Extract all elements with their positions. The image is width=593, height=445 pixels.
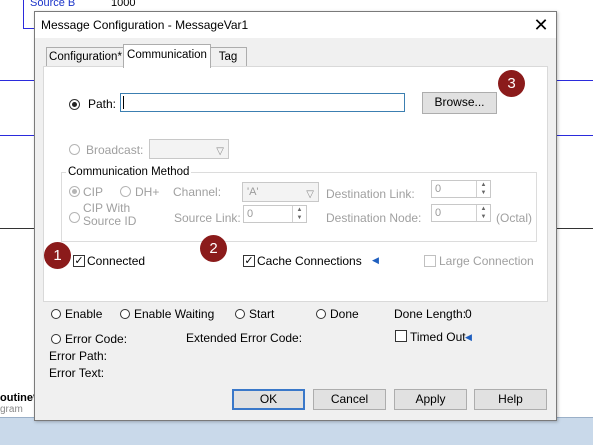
cip-radio[interactable]: [69, 186, 80, 197]
octal-label: (Octal): [496, 211, 532, 225]
browse-button[interactable]: Browse...: [422, 92, 497, 114]
background-rung-line: [555, 228, 593, 229]
timed-out-label: Timed Out: [410, 330, 466, 344]
tab-tag[interactable]: Tag: [209, 47, 247, 67]
background-rung-line: [555, 135, 593, 136]
path-radio[interactable]: [69, 99, 80, 110]
done-indicator: [316, 309, 326, 319]
error-text-label: Error Text:: [49, 366, 105, 380]
annotation-badge-1: 1: [44, 242, 71, 269]
annotation-badge-3: 3: [498, 70, 525, 97]
source-link-stepper[interactable]: 0 ▲ ▼: [243, 205, 307, 223]
spinner-arrows-icon[interactable]: ▲ ▼: [476, 181, 490, 197]
error-path-label: Error Path:: [49, 349, 108, 363]
background-cell-value: 1000: [111, 0, 136, 9]
apply-button[interactable]: Apply: [394, 389, 467, 410]
dialog-title: Message Configuration - MessageVar1: [41, 18, 249, 32]
background-rung-line: [555, 80, 593, 81]
destination-node-label: Destination Node:: [326, 211, 422, 225]
dhplus-radio[interactable]: [120, 186, 131, 197]
extended-error-code-label: Extended Error Code:: [186, 331, 303, 345]
dialog-titlebar[interactable]: Message Configuration - MessageVar1 ✕: [35, 12, 556, 38]
connected-checkbox[interactable]: ✓: [73, 255, 85, 267]
tab-communication[interactable]: Communication: [123, 44, 211, 68]
background-status-strip: [0, 417, 593, 445]
done-length-label: Done Length:: [394, 307, 467, 321]
background-cell-source: Source B: [30, 0, 76, 9]
communication-method-title: Communication Method: [66, 166, 192, 178]
channel-label: Channel:: [173, 185, 222, 199]
large-connection-label: Large Connection: [439, 254, 534, 268]
broadcast-select[interactable]: ▽: [149, 139, 229, 159]
spinner-arrows-icon[interactable]: ▲ ▼: [292, 206, 306, 222]
timed-out-checkbox[interactable]: [395, 330, 407, 342]
destination-node-stepper[interactable]: 0 ▲ ▼: [431, 204, 491, 222]
done-length-value: 0: [465, 307, 472, 321]
error-code-label: Error Code:: [65, 332, 128, 346]
spinner-arrows-icon[interactable]: ▲ ▼: [476, 205, 490, 221]
annotation-badge-2: 2: [200, 235, 227, 262]
background-rung-line: [0, 80, 36, 81]
enable-label: Enable: [65, 307, 103, 321]
cache-connections-checkbox[interactable]: ✓: [243, 255, 255, 267]
source-link-label: Source Link:: [174, 211, 241, 225]
destination-link-value: 0: [435, 183, 442, 195]
enable-waiting-indicator: [120, 309, 130, 319]
broadcast-radio[interactable]: [69, 144, 80, 155]
ok-button[interactable]: OK: [232, 389, 305, 410]
start-indicator: [235, 309, 245, 319]
destination-node-value: 0: [435, 207, 442, 219]
background-rung-line: [0, 228, 36, 229]
cip-label: CIP: [83, 185, 104, 199]
background-routine-label: outine*: [0, 392, 38, 404]
enable-waiting-label: Enable Waiting: [134, 307, 215, 321]
chevron-down-icon: ▽: [306, 189, 314, 200]
background-rung-line: [0, 135, 36, 136]
done-label: Done: [330, 307, 359, 321]
message-configuration-dialog: Message Configuration - MessageVar1 ✕ Co…: [34, 11, 557, 421]
error-code-indicator: [51, 334, 61, 344]
start-label: Start: [249, 307, 275, 321]
arrow-left-icon: ◀: [372, 255, 379, 265]
destination-link-stepper[interactable]: 0 ▲ ▼: [431, 180, 491, 198]
dhplus-label: DH+: [135, 185, 160, 199]
cip-source-id-radio[interactable]: [69, 212, 80, 223]
path-input[interactable]: [120, 93, 405, 112]
tab-configuration[interactable]: Configuration*: [46, 47, 125, 67]
text-cursor: [123, 96, 124, 109]
close-icon[interactable]: ✕: [529, 13, 553, 37]
communication-tab-panel: Path: Browse... Broadcast: ▽ Communicati…: [43, 66, 548, 302]
broadcast-label: Broadcast:: [86, 143, 144, 157]
background-routine-sub: gram: [0, 404, 23, 415]
cache-connections-label: Cache Connections: [257, 254, 362, 268]
connected-label: Connected: [87, 254, 146, 268]
destination-link-label: Destination Link:: [326, 187, 415, 201]
chevron-down-icon: ▽: [216, 146, 224, 157]
large-connection-checkbox[interactable]: [424, 255, 436, 267]
cancel-button[interactable]: Cancel: [313, 389, 386, 410]
help-button[interactable]: Help: [474, 389, 547, 410]
enable-indicator: [51, 309, 61, 319]
channel-value: 'A': [247, 186, 259, 198]
source-link-value: 0: [247, 208, 254, 220]
arrow-left-icon: ◀: [465, 332, 472, 342]
path-label: Path:: [88, 97, 117, 111]
cip-source-id-label: CIP With Source ID: [83, 201, 137, 228]
channel-select[interactable]: 'A' ▽: [242, 182, 319, 202]
